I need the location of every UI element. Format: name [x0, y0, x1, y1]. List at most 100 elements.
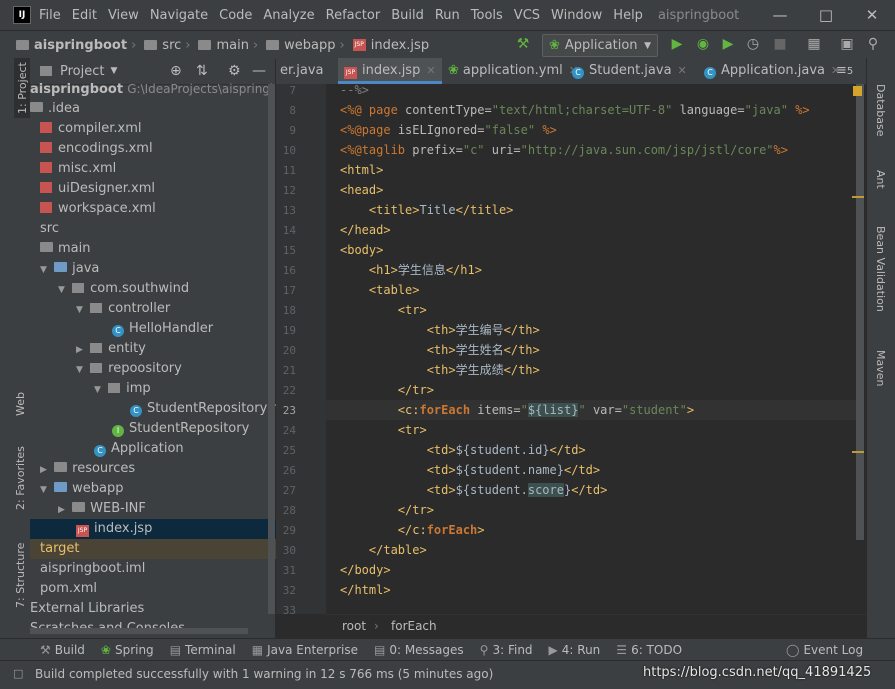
tree-item-resources[interactable]: ▶ resources — [30, 459, 285, 479]
build-hammer-icon[interactable]: ⚒ — [514, 35, 532, 53]
chevron-down-icon[interactable]: ▼ — [94, 380, 104, 399]
chevron-right-icon[interactable]: ▶ — [40, 460, 50, 479]
collapse-all-icon[interactable]: ⇅ — [196, 63, 208, 79]
tree-item-web-inf[interactable]: ▶ WEB-INF — [30, 499, 303, 519]
build-tool-button[interactable]: ⚒ Build — [40, 643, 85, 657]
maximize-icon[interactable]: □ — [803, 0, 849, 30]
tab-handler-java[interactable]: er.java — [276, 58, 338, 84]
chevron-down-icon[interactable]: ▼ — [76, 300, 86, 319]
messages-tool-button[interactable]: ▤ 0: Messages — [374, 643, 464, 657]
breadcrumb-main[interactable]: main › — [198, 38, 262, 53]
tree-item-uidesigner-xml[interactable]: uiDesigner.xml — [30, 179, 285, 199]
hide-panel-icon[interactable]: — — [252, 63, 266, 79]
menu-help[interactable]: Help — [613, 8, 643, 23]
editor-vertical-scrollbar[interactable] — [856, 84, 864, 540]
close-icon[interactable]: ✕ — [849, 0, 895, 30]
tab-overflow[interactable]: ≡5 — [836, 58, 862, 84]
menu-navigate[interactable]: Navigate — [150, 8, 208, 23]
status-message[interactable]: Build completed successfully with 1 warn… — [35, 667, 493, 681]
tree-item-workspace-xml[interactable]: workspace.xml — [30, 199, 285, 219]
minimize-icon[interactable]: — — [757, 0, 803, 30]
menu-run[interactable]: Run — [435, 8, 460, 23]
tab-database-tool[interactable]: Database — [874, 84, 887, 137]
tree-item-label: target — [40, 541, 80, 556]
tree-item-java[interactable]: ▼ java — [30, 259, 285, 279]
chevron-right-icon[interactable]: ▶ — [76, 340, 86, 359]
tree-item-iml[interactable]: aispringboot.iml — [30, 559, 285, 579]
tab-application-java[interactable]: C Application.java ✕ — [700, 58, 840, 84]
project-vertical-scrollbar[interactable] — [268, 84, 275, 614]
chevron-down-icon[interactable]: ▼ — [40, 480, 50, 499]
project-view-select[interactable]: Project — [60, 64, 104, 79]
warning-indicator-icon[interactable] — [853, 86, 862, 96]
close-icon[interactable]: ✕ — [426, 64, 435, 77]
run-tool-button[interactable]: ▶ 4: Run — [549, 643, 601, 657]
todo-tool-button[interactable]: ☰ 6: TODO — [616, 643, 682, 657]
run-config-select[interactable]: ❀ Application ▼ — [542, 34, 658, 57]
close-icon[interactable]: ✕ — [678, 64, 687, 77]
menu-file[interactable]: File — [39, 8, 61, 23]
run-icon[interactable]: ▶ — [668, 35, 686, 53]
profile-icon[interactable]: ◷ — [744, 35, 762, 53]
chevron-down-icon[interactable]: ▼ — [58, 280, 68, 299]
menu-window[interactable]: Window — [551, 8, 602, 23]
tree-item-external-libraries[interactable]: External Libraries — [30, 599, 275, 619]
warning-marker[interactable] — [852, 451, 864, 453]
tree-item-src[interactable]: src — [30, 219, 285, 239]
breadcrumb-webapp[interactable]: webapp › — [266, 38, 349, 53]
breadcrumb-src[interactable]: src › — [144, 38, 194, 53]
spring-tool-button[interactable]: ❀ Spring — [101, 643, 154, 657]
tree-item-misc-xml[interactable]: misc.xml — [30, 159, 285, 179]
chevron-down-icon[interactable]: ▼ — [110, 66, 117, 76]
tree-item-encodings-xml[interactable]: encodings.xml — [30, 139, 285, 159]
status-toggle-icon[interactable]: □ — [13, 667, 23, 680]
tab-application-yml[interactable]: ❀application.yml✕ — [444, 58, 578, 84]
menu-analyze[interactable]: Analyze — [263, 8, 314, 23]
terminal-tool-button[interactable]: ▤ Terminal — [170, 643, 236, 657]
menu-tools[interactable]: Tools — [471, 8, 503, 23]
java-enterprise-tool-button[interactable]: ▦ Java Enterprise — [252, 643, 358, 657]
tab-structure-tool[interactable]: 7: Structure — [14, 543, 27, 608]
search-everywhere-icon[interactable]: ⚲ — [864, 35, 882, 53]
event-log-tool-button[interactable]: ◯ Event Log — [786, 643, 863, 657]
tree-item-project-root[interactable]: aispringboot G:\IdeaProjects\aispringboo… — [30, 79, 275, 99]
tab-bean-validation-tool[interactable]: Bean Validation — [874, 226, 887, 312]
breadcrumb-root[interactable]: root — [342, 619, 366, 633]
project-horizontal-scrollbar[interactable] — [30, 628, 248, 634]
tab-maven-tool[interactable]: Maven — [874, 350, 887, 386]
menu-view[interactable]: View — [108, 8, 139, 23]
tab-favorites-tool[interactable]: 2: Favorites — [14, 446, 27, 510]
menu-edit[interactable]: Edit — [72, 8, 97, 23]
tree-item-package[interactable]: ▼ com.southwind — [30, 279, 303, 299]
chevron-right-icon[interactable]: ▶ — [58, 500, 68, 519]
tree-item-main[interactable]: main — [30, 239, 285, 259]
chevron-down-icon[interactable]: ▼ — [76, 360, 86, 379]
menu-refactor[interactable]: Refactor — [326, 8, 381, 23]
tree-item-target[interactable]: target — [30, 539, 285, 559]
breadcrumb-project[interactable]: aispringboot › — [16, 38, 140, 53]
tab-student-java[interactable]: C Student.java ✕ — [568, 58, 687, 84]
xml-file-icon — [40, 122, 52, 133]
tree-item-pom-xml[interactable]: pom.xml — [30, 579, 285, 599]
debug-icon[interactable]: ◉ — [694, 35, 712, 53]
chevron-down-icon[interactable]: ▼ — [40, 260, 50, 279]
tab-project-tool[interactable]: 1: Project — [14, 58, 31, 118]
warning-marker[interactable] — [852, 196, 864, 198]
locate-icon[interactable]: ⊕ — [170, 63, 182, 79]
menu-build[interactable]: Build — [391, 8, 424, 23]
stop-icon[interactable]: ■ — [771, 35, 789, 53]
coverage-icon[interactable]: ▶ — [719, 35, 737, 53]
find-tool-button[interactable]: ⚲ 3: Find — [480, 643, 533, 657]
tree-item-webapp[interactable]: ▼ webapp — [30, 479, 285, 499]
menu-code[interactable]: Code — [219, 8, 252, 23]
breadcrumb-foreach[interactable]: forEach — [391, 619, 437, 633]
breadcrumb-file[interactable]: JSP index.jsp — [352, 38, 429, 53]
gear-icon[interactable]: ⚙ — [228, 63, 241, 79]
project-structure-icon[interactable]: ▦ — [805, 35, 823, 53]
tree-item-compiler-xml[interactable]: compiler.xml — [30, 119, 285, 139]
tab-ant-tool[interactable]: Ant — [874, 170, 887, 189]
menu-vcs[interactable]: VCS — [514, 8, 540, 23]
tab-web-tool[interactable]: Web — [14, 392, 27, 416]
sdk-icon[interactable]: ▣ — [838, 35, 856, 53]
tree-item-idea[interactable]: .idea — [30, 99, 275, 119]
